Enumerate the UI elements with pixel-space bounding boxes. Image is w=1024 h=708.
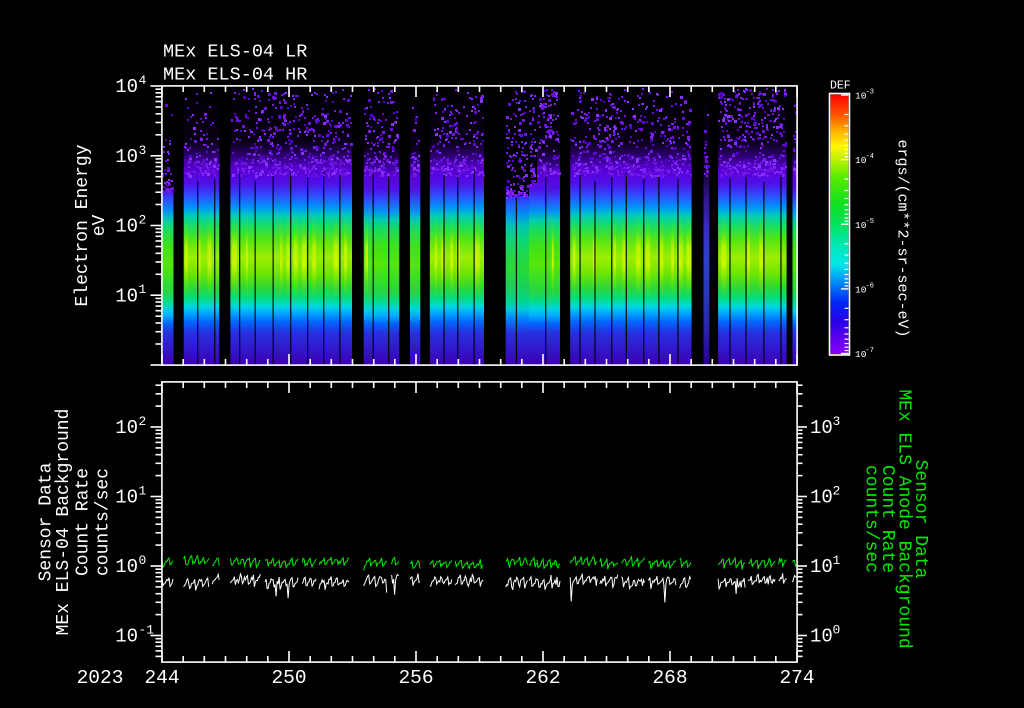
- svg-text:MEx ELS-04 LR: MEx ELS-04 LR: [163, 42, 307, 63]
- svg-text:-5: -5: [866, 218, 874, 226]
- svg-text:3: 3: [833, 414, 841, 429]
- svg-text:244: 244: [144, 667, 179, 689]
- svg-text:-4: -4: [866, 153, 874, 161]
- svg-text:10: 10: [115, 76, 138, 98]
- svg-text:10: 10: [810, 626, 833, 648]
- svg-text:274: 274: [779, 667, 814, 689]
- svg-text:3: 3: [139, 143, 147, 158]
- svg-text:counts/sec: counts/sec: [861, 465, 881, 573]
- svg-text:MEx ELS-04 HR: MEx ELS-04 HR: [163, 65, 307, 86]
- svg-text:1: 1: [139, 484, 147, 499]
- svg-text:10: 10: [115, 626, 138, 648]
- svg-text:eV: eV: [90, 215, 110, 237]
- svg-text:10: 10: [115, 216, 138, 238]
- svg-text:-6: -6: [866, 282, 874, 290]
- svg-text:DEF: DEF: [830, 80, 851, 93]
- svg-text:0: 0: [833, 623, 841, 638]
- svg-text:10: 10: [115, 417, 138, 439]
- svg-text:10: 10: [115, 487, 138, 509]
- svg-text:Count Rate: Count Rate: [74, 468, 94, 576]
- svg-text:10: 10: [115, 556, 138, 578]
- svg-text:0: 0: [139, 553, 147, 568]
- svg-text:ergs/(cm**2-sr-sec-eV): ergs/(cm**2-sr-sec-eV): [894, 139, 911, 337]
- svg-text:-1: -1: [139, 623, 155, 638]
- svg-text:10: 10: [810, 556, 833, 578]
- svg-text:2: 2: [139, 414, 147, 429]
- svg-text:counts/sec: counts/sec: [94, 468, 114, 576]
- svg-text:10: 10: [115, 285, 138, 307]
- svg-text:1: 1: [833, 553, 841, 568]
- svg-text:MEx ELS-04 Background: MEx ELS-04 Background: [54, 409, 74, 636]
- svg-text:10: 10: [810, 487, 833, 509]
- svg-text:4: 4: [139, 73, 147, 88]
- svg-text:-3: -3: [866, 89, 874, 97]
- svg-text:250: 250: [271, 667, 306, 689]
- svg-text:10: 10: [115, 146, 138, 168]
- svg-text:1: 1: [139, 282, 147, 297]
- svg-text:2: 2: [833, 484, 841, 499]
- svg-text:-7: -7: [866, 347, 874, 355]
- svg-text:256: 256: [398, 667, 433, 689]
- svg-text:10: 10: [810, 417, 833, 439]
- svg-text:2023: 2023: [77, 667, 124, 689]
- svg-text:268: 268: [652, 667, 687, 689]
- svg-text:262: 262: [525, 667, 560, 689]
- svg-text:2: 2: [139, 213, 147, 228]
